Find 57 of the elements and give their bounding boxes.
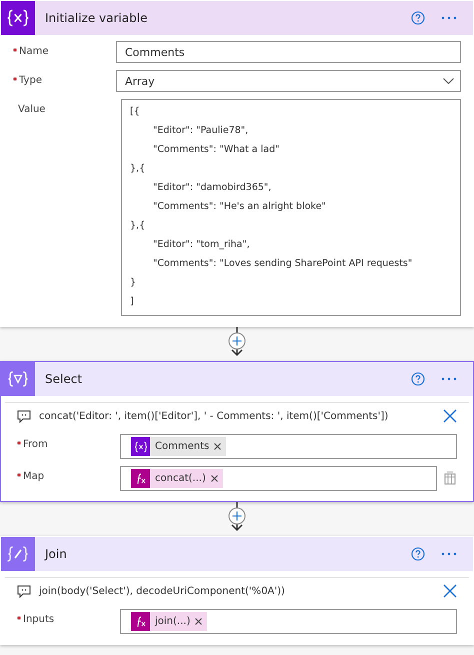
card-title: Initialize variable <box>44 11 148 25</box>
remove-icon[interactable] <box>214 443 222 450</box>
variable-icon <box>131 437 150 456</box>
card-title: Join <box>43 547 68 561</box>
action-icon <box>1 537 35 571</box>
token-field[interactable]: concat(...) <box>120 466 437 491</box>
code-line: "Editor": "damobird365", <box>152 181 272 195</box>
code-line: "Comments": "What a lad" <box>152 143 281 157</box>
field-label: Name <box>19 46 49 57</box>
action-card[interactable]: Select concat('Editor: ', item()['Editor'], ' - Comments: ', item()['Comments']) From Comments Map concat(...) <box>0 361 474 502</box>
code-line: },{ <box>130 219 146 233</box>
remove-icon[interactable] <box>210 475 218 482</box>
value-field[interactable]: [{ "Editor": "Paulie78", "Comments": "What a lad" },{ "Editor": "damobird365", "Comments": "He's an alright bloke" },{ "Editor": "tom_riha", "Comments": "Loves sending SharePoint API requests" } ] <box>121 99 461 316</box>
add-step-icon[interactable] <box>228 507 246 525</box>
expression-text: join(body('Select'), decodeUriComponent('%0A')) <box>39 586 286 596</box>
remove-icon[interactable] <box>195 618 202 625</box>
function-icon <box>131 469 150 488</box>
close-icon[interactable] <box>443 409 457 423</box>
more-options-icon[interactable] <box>441 552 457 556</box>
code-line: "Editor": "tom_riha", <box>152 238 251 252</box>
token-field[interactable]: Comments <box>120 434 457 459</box>
close-icon[interactable] <box>443 584 457 598</box>
field-label: Map <box>23 471 44 482</box>
more-options-icon[interactable] <box>441 16 457 20</box>
field-label: Value <box>18 104 46 115</box>
code-line: },{ <box>130 162 146 176</box>
field-label: Inputs <box>23 614 54 625</box>
code-line: ] <box>130 295 135 309</box>
action-icon <box>1 1 35 35</box>
chevron-down-icon <box>443 78 454 84</box>
name-field[interactable]: Comments <box>116 41 461 63</box>
code-line: "Comments": "He's an alright bloke" <box>152 200 327 214</box>
code-line: "Comments": "Loves sending SharePoint API requests" <box>152 257 414 271</box>
action-icon <box>1 362 35 396</box>
field-label: Type <box>19 75 42 86</box>
expression-text: concat('Editor: ', item()['Editor'], ' - Comments: ', item()['Comments']) <box>39 410 390 422</box>
more-options-icon[interactable] <box>441 377 457 381</box>
token-field[interactable]: join(...) <box>120 609 457 634</box>
card-title: Select <box>44 372 84 386</box>
token-chip[interactable]: Comments <box>131 437 226 456</box>
code-line: "Editor": "Paulie78", <box>152 124 250 138</box>
comment-icon <box>17 584 31 598</box>
help-icon[interactable] <box>411 547 425 561</box>
code-line: [{ <box>130 105 141 119</box>
help-icon[interactable] <box>411 11 425 25</box>
token-chip[interactable]: join(...) <box>131 612 208 631</box>
action-card[interactable] <box>0 0 474 327</box>
code-line: } <box>130 276 138 290</box>
action-card[interactable]: Join join(body('Select'), decodeUriComponent('%0A')) Inputs join(...) <box>0 536 474 645</box>
field-label: From <box>23 439 48 450</box>
token-chip[interactable]: concat(...) <box>131 469 223 488</box>
type-dropdown[interactable]: Array <box>116 70 461 92</box>
comment-icon <box>17 410 31 422</box>
table-icon[interactable] <box>443 471 457 485</box>
function-icon <box>131 612 150 631</box>
add-step-icon[interactable] <box>228 332 246 350</box>
help-icon[interactable] <box>411 372 425 386</box>
